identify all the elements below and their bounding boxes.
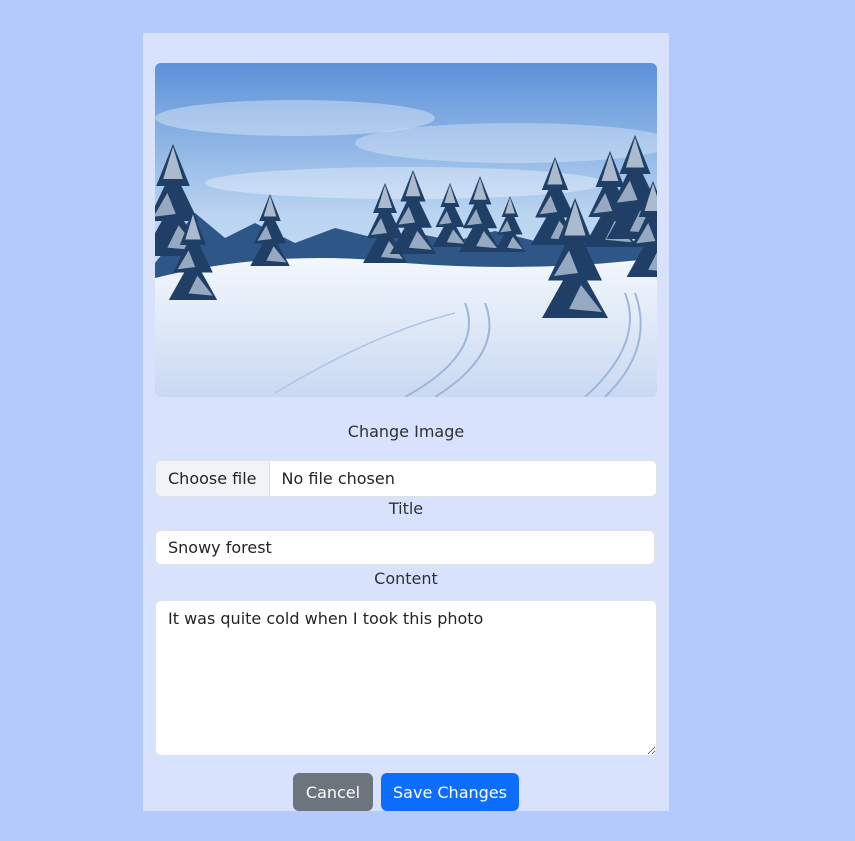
post-image <box>155 63 657 397</box>
title-label: Title <box>388 499 424 518</box>
content-textarea[interactable]: It was quite cold when I took this photo <box>155 600 657 756</box>
choose-file-button[interactable]: Choose file <box>156 461 270 496</box>
save-changes-button[interactable]: Save Changes <box>381 773 519 811</box>
file-status-text: No file chosen <box>281 469 395 488</box>
change-image-label: Change Image <box>347 422 465 441</box>
title-input[interactable] <box>155 530 655 565</box>
edit-post-card: Change Image Choose file No file chosen … <box>143 33 669 811</box>
content-label: Content <box>374 569 438 588</box>
cancel-button[interactable]: Cancel <box>293 773 373 811</box>
image-file-input[interactable]: Choose file No file chosen <box>155 460 657 497</box>
